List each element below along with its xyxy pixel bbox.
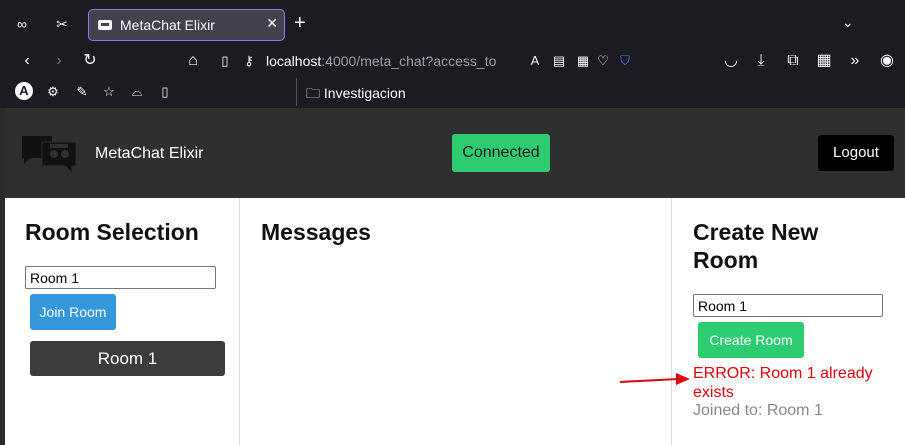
- downloads-icon[interactable]: ⤓: [750, 50, 772, 72]
- app-favicon-icon: [98, 20, 112, 30]
- bookmarks-separator: [296, 78, 297, 106]
- overflow-menu-icon[interactable]: »: [844, 50, 866, 72]
- firefox-account-icon[interactable]: ◉: [876, 50, 898, 72]
- tab-close-icon[interactable]: ✕: [266, 15, 278, 32]
- create-room-heading-line2: Room: [693, 247, 759, 273]
- logout-button[interactable]: Logout: [818, 135, 894, 171]
- wrench-icon[interactable]: ✎: [72, 82, 92, 102]
- private-tools-icon[interactable]: ✂: [52, 14, 72, 34]
- url-host: localhost: [266, 53, 322, 69]
- forward-icon[interactable]: ›: [48, 50, 70, 72]
- url-bar[interactable]: ▯ ⚷ localhost:4000/meta_chat?access_to A…: [210, 48, 640, 74]
- room-selection-panel: Room Selection Join Room Room 1: [5, 198, 240, 445]
- create-room-heading-line1: Create New: [693, 219, 819, 245]
- app-title: MetaChat Elixir: [95, 145, 204, 162]
- folder-icon: 🗀: [306, 85, 320, 101]
- new-tab-button[interactable]: +: [294, 12, 306, 35]
- translate-icon[interactable]: A: [524, 50, 546, 72]
- join-room-button[interactable]: Join Room: [30, 294, 116, 330]
- bookmark-heart-icon[interactable]: ♡: [592, 50, 614, 72]
- folder-label: Investigacion: [323, 85, 406, 101]
- sidebar-icon[interactable]: ▯: [155, 82, 175, 102]
- bookmark-folder-investigacion[interactable]: 🗀 Investigacion: [306, 83, 406, 107]
- create-room-panel: Create NewRoom Create Room ERROR: Room 1…: [673, 198, 905, 445]
- messages-panel: Messages: [241, 198, 672, 445]
- new-room-input[interactable]: [693, 294, 883, 317]
- home-icon[interactable]: ⌂: [182, 50, 204, 72]
- profile-avatar-icon[interactable]: A: [15, 82, 33, 100]
- room-list-item[interactable]: Room 1: [30, 341, 225, 376]
- create-room-button[interactable]: Create Room: [698, 322, 804, 358]
- shield-icon[interactable]: ⛉: [614, 50, 636, 72]
- tab-bar: ∞ ✂ MetaChat Elixir ✕ + ⌄: [0, 0, 905, 46]
- qr-icon[interactable]: ▦: [572, 50, 594, 72]
- star-icon[interactable]: ☆: [99, 82, 119, 102]
- apps-icon[interactable]: ▦: [813, 50, 835, 72]
- tab-title: MetaChat Elixir: [120, 17, 215, 33]
- room-selection-heading: Room Selection: [25, 219, 199, 245]
- connection-status-badge: Connected: [452, 134, 550, 172]
- navigation-bar: ‹ › ↻ ⌂ ▯ ⚷ localhost:4000/meta_chat?acc…: [0, 46, 905, 76]
- reload-icon[interactable]: ↻: [79, 50, 101, 72]
- pocket-icon[interactable]: ◡: [720, 50, 742, 72]
- browser-chrome: ∞ ✂ MetaChat Elixir ✕ + ⌄ ‹ › ↻ ⌂ ▯ ⚷ lo…: [0, 0, 905, 108]
- eye-closed-icon[interactable]: ⌓: [127, 82, 147, 102]
- joined-room-status: Joined to: Room 1: [693, 402, 823, 419]
- extensions-icon[interactable]: ⧉: [782, 50, 804, 72]
- page-info-icon[interactable]: ▯: [214, 50, 236, 72]
- settings-icon[interactable]: ⚙: [43, 82, 63, 102]
- red-arrow-annotation: [619, 373, 690, 385]
- app-header: MetaChat Elixir Connected Logout: [5, 108, 905, 198]
- tab-list-icon[interactable]: ⌄: [842, 14, 854, 31]
- reader-icon[interactable]: ▤: [548, 50, 570, 72]
- create-room-heading: Create New Room: [693, 218, 818, 274]
- room-name-input[interactable]: [25, 266, 216, 289]
- error-message: ERROR: Room 1 already exists: [693, 365, 873, 401]
- url-text: localhost:4000/meta_chat?access_to: [266, 53, 516, 69]
- messages-heading: Messages: [261, 219, 371, 245]
- firefox-view-icon[interactable]: ∞: [12, 14, 32, 34]
- key-icon[interactable]: ⚷: [238, 50, 260, 72]
- metachat-logo-icon: [22, 136, 77, 175]
- tab-metachat[interactable]: MetaChat Elixir ✕: [88, 9, 285, 41]
- url-rest: :4000/meta_chat?access_to: [321, 53, 497, 69]
- bookmarks-toolbar: A ⚙ ✎ ☆ ⌓ ▯ 🗀 Investigacion: [0, 76, 905, 108]
- back-icon[interactable]: ‹: [16, 50, 38, 72]
